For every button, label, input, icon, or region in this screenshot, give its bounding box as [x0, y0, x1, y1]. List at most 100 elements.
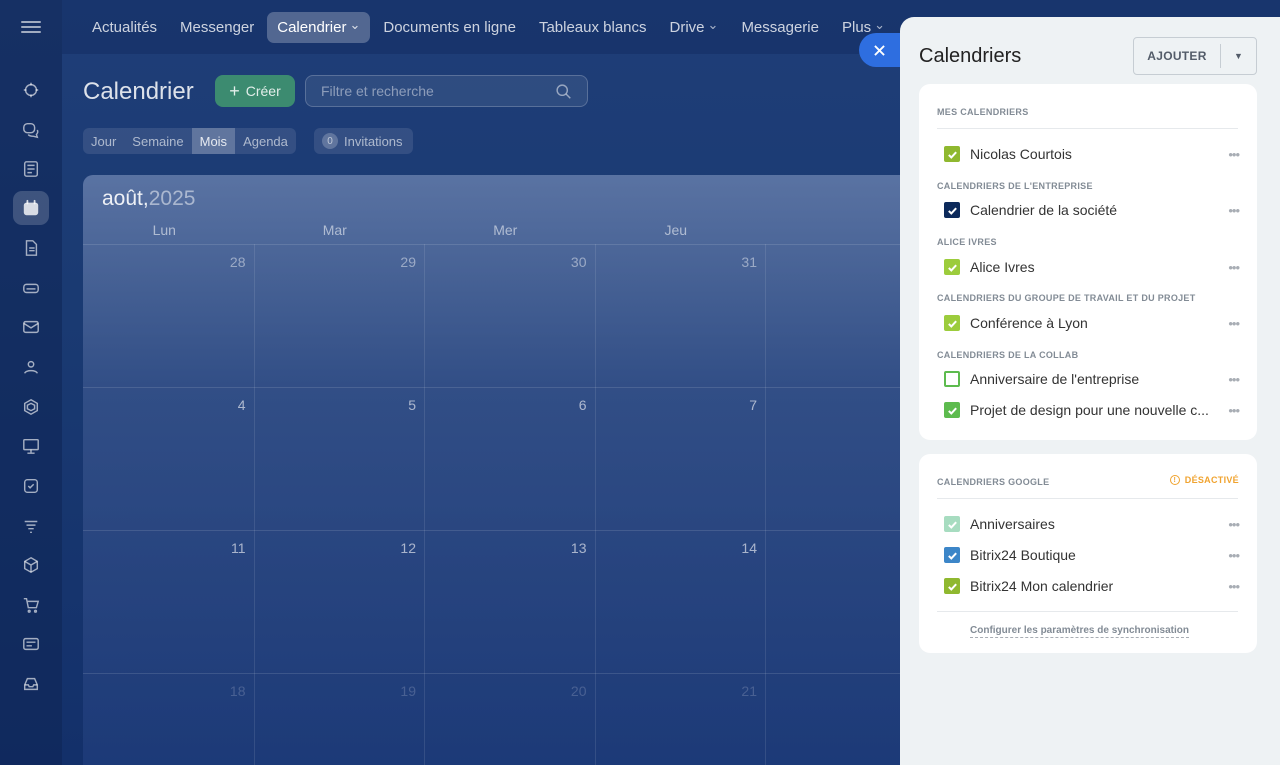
contacts-icon[interactable] — [13, 350, 49, 384]
calendar-row[interactable]: Bitrix24 Boutique ••• — [944, 544, 1240, 566]
section-label: ALICE IVRES — [937, 237, 997, 247]
nav-item-0[interactable]: Actualités — [82, 12, 167, 43]
calendar-checkbox[interactable] — [944, 402, 960, 418]
invitations-button[interactable]: 0 Invitations — [314, 128, 413, 154]
sparkle-icon[interactable] — [13, 73, 49, 107]
grid-line — [83, 387, 923, 388]
weekday-label: Lun — [152, 222, 176, 238]
tasks-icon[interactable] — [13, 469, 49, 503]
more-options-icon[interactable]: ••• — [1221, 579, 1240, 594]
calendar-checkbox[interactable] — [944, 315, 960, 331]
nav-item-label: Messagerie — [741, 19, 819, 36]
box-icon[interactable] — [13, 548, 49, 582]
day-number[interactable]: 29 — [386, 254, 416, 270]
more-options-icon[interactable]: ••• — [1221, 316, 1240, 331]
nav-item-3[interactable]: Documents en ligne — [373, 12, 526, 43]
calendar-name: Calendrier de la société — [970, 202, 1118, 218]
mail-icon[interactable] — [13, 310, 49, 344]
filter-icon[interactable] — [13, 509, 49, 543]
view-tab-1[interactable]: Semaine — [124, 128, 191, 154]
nav-item-label: Tableaux blancs — [538, 19, 647, 36]
section-label: CALENDRIERS DE L'ENTREPRISE — [937, 181, 1093, 191]
more-options-icon[interactable]: ••• — [1221, 147, 1240, 162]
sync-settings-link[interactable]: Configurer les paramètres de synchronisa… — [970, 625, 1189, 638]
google-status-badge: ! DÉSACTIVÉ — [1169, 475, 1239, 485]
view-tab-2[interactable]: Mois — [191, 128, 236, 154]
weekday-label: Jeu — [664, 222, 688, 238]
invitations-label: Invitations — [344, 133, 403, 149]
day-number[interactable]: 28 — [216, 254, 246, 270]
search-bar[interactable] — [305, 75, 588, 107]
day-number[interactable]: 11 — [216, 540, 246, 556]
add-button-label: AJOUTER — [1147, 49, 1207, 63]
search-input[interactable] — [321, 83, 555, 99]
create-button[interactable]: + Créer — [215, 75, 295, 107]
calendar-checkbox[interactable] — [944, 516, 960, 532]
view-tab-0[interactable]: Jour — [83, 128, 124, 154]
search-icon[interactable] — [555, 83, 572, 100]
document-icon[interactable] — [13, 231, 49, 265]
day-number[interactable]: 21 — [727, 683, 757, 699]
day-number[interactable]: 6 — [557, 397, 587, 413]
grid-line — [594, 244, 596, 765]
chat-icon[interactable] — [13, 113, 49, 147]
cart-icon[interactable] — [13, 588, 49, 622]
day-number[interactable]: 31 — [727, 254, 757, 270]
calendar-checkbox[interactable] — [944, 202, 960, 218]
day-number[interactable]: 30 — [557, 254, 587, 270]
calendar-row[interactable]: Alice Ivres ••• — [944, 256, 1240, 278]
presentation-icon[interactable] — [13, 429, 49, 463]
drive-icon[interactable] — [13, 271, 49, 305]
calendar-row[interactable]: Nicolas Courtois ••• — [944, 143, 1240, 165]
day-number[interactable]: 7 — [727, 397, 757, 413]
more-options-icon[interactable]: ••• — [1221, 403, 1240, 418]
hexagon-icon[interactable] — [13, 390, 49, 424]
nav-item-6[interactable]: Messagerie — [731, 12, 829, 43]
calendar-row[interactable]: Calendrier de la société ••• — [944, 199, 1240, 221]
more-options-icon[interactable]: ••• — [1221, 372, 1240, 387]
view-tab-3[interactable]: Agenda — [235, 128, 296, 154]
nav-item-5[interactable]: Drive ⌄ — [660, 12, 729, 43]
calendar-checkbox[interactable] — [944, 371, 960, 387]
month-title: août,2025 — [102, 187, 195, 211]
chevron-down-icon: ⌄ — [874, 16, 886, 32]
add-calendar-button[interactable]: AJOUTER ▼ — [1133, 37, 1257, 75]
day-number[interactable]: 20 — [557, 683, 587, 699]
menu-icon[interactable] — [21, 18, 41, 36]
day-number[interactable]: 19 — [386, 683, 416, 699]
day-number[interactable]: 18 — [216, 683, 246, 699]
nav-item-2[interactable]: Calendrier ⌄ — [267, 12, 371, 43]
calendar-row[interactable]: Conférence à Lyon ••• — [944, 312, 1240, 334]
inbox-icon[interactable] — [13, 667, 49, 701]
day-number[interactable]: 4 — [216, 397, 246, 413]
nav-item-1[interactable]: Messenger — [170, 12, 264, 43]
day-number[interactable]: 14 — [727, 540, 757, 556]
left-rail — [0, 0, 62, 765]
day-number[interactable]: 13 — [557, 540, 587, 556]
calendar-name: Projet de design pour une nouvelle c... — [970, 402, 1209, 418]
calendar-checkbox[interactable] — [944, 259, 960, 275]
divider — [937, 611, 1238, 612]
nav-item-4[interactable]: Tableaux blancs — [529, 12, 657, 43]
calendar-checkbox[interactable] — [944, 547, 960, 563]
feed-icon[interactable] — [13, 152, 49, 186]
google-status-text: DÉSACTIVÉ — [1184, 475, 1239, 485]
calendar-checkbox[interactable] — [944, 146, 960, 162]
calendar-icon[interactable] — [13, 191, 49, 225]
my-calendars-card: MES CALENDRIERS Nicolas Courtois ••• CALEND… — [919, 84, 1257, 440]
calendar-row[interactable]: Projet de design pour une nouvelle c... •… — [944, 399, 1240, 421]
card-icon[interactable] — [13, 627, 49, 661]
day-number[interactable]: 5 — [386, 397, 416, 413]
calendar-row[interactable]: Bitrix24 Mon calendrier ••• — [944, 575, 1240, 597]
section-label: CALENDRIERS DE LA COLLAB — [937, 350, 1079, 360]
more-options-icon[interactable]: ••• — [1221, 517, 1240, 532]
day-number[interactable]: 12 — [386, 540, 416, 556]
more-options-icon[interactable]: ••• — [1221, 260, 1240, 275]
section-label-google: CALENDRIERS GOOGLE — [937, 477, 1050, 487]
calendar-checkbox[interactable] — [944, 578, 960, 594]
more-options-icon[interactable]: ••• — [1221, 548, 1240, 563]
caret-down-icon[interactable]: ▼ — [1221, 51, 1256, 61]
calendar-row[interactable]: Anniversaires ••• — [944, 513, 1240, 535]
more-options-icon[interactable]: ••• — [1221, 203, 1240, 218]
calendar-row[interactable]: Anniversaire de l'entreprise ••• — [944, 368, 1240, 390]
